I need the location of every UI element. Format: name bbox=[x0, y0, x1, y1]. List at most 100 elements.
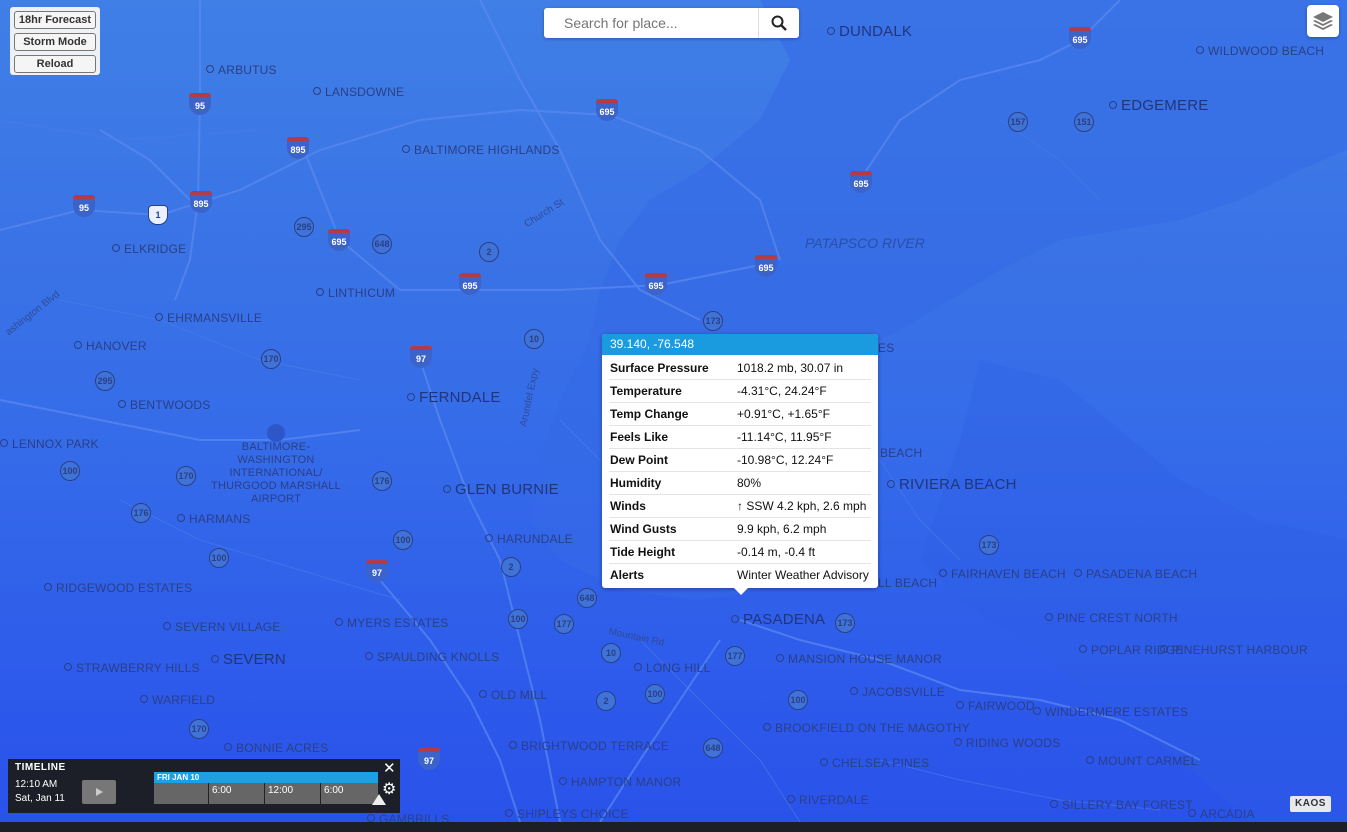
route-shield: 10 bbox=[524, 329, 544, 349]
table-row: Humidity 80% bbox=[609, 471, 871, 495]
row-value: -0.14 m, -0.4 ft bbox=[736, 540, 871, 564]
row-label: Feels Like bbox=[609, 425, 736, 449]
place-label: FAIRWOOD bbox=[956, 699, 1035, 713]
layers-icon bbox=[1313, 12, 1333, 30]
water-label: PATAPSCO RIVER bbox=[805, 235, 925, 251]
place-label: SEVERN bbox=[211, 652, 286, 667]
table-row: Wind Gusts 9.9 kph, 6.2 mph bbox=[609, 517, 871, 541]
attribution-badge[interactable]: KAOS bbox=[1290, 796, 1331, 812]
timeline-track[interactable]: FRI JAN 10 6:00 12:00 6:00 bbox=[154, 772, 378, 804]
place-label: LONG HILL bbox=[634, 661, 711, 675]
route-shield: 648 bbox=[577, 588, 597, 608]
route-shield: 97 bbox=[366, 560, 388, 582]
place-label: JACOBSVILLE bbox=[850, 685, 945, 699]
route-shield: 95 bbox=[189, 93, 211, 115]
route-shield: 95 bbox=[73, 195, 95, 217]
timeline-panel: TIMELINE 12:10 AM Sat, Jan 11 FRI JAN 10… bbox=[8, 759, 400, 813]
row-value: 9.9 kph, 6.2 mph bbox=[736, 517, 871, 541]
place-label: DUNDALK bbox=[827, 24, 912, 39]
route-shield: 176 bbox=[372, 471, 392, 491]
place-label: LANSDOWNE bbox=[313, 85, 404, 99]
place-label: FERNDALE bbox=[407, 390, 501, 405]
route-shield: 170 bbox=[261, 349, 281, 369]
row-value[interactable]: Winter Weather Advisory bbox=[736, 564, 871, 587]
route-shield: 295 bbox=[95, 371, 115, 391]
search-box bbox=[544, 8, 799, 38]
timeline-tick: 6:00 bbox=[208, 783, 231, 804]
place-label: BENTWOODS bbox=[118, 398, 210, 412]
place-label: LL BEACH bbox=[878, 576, 938, 590]
search-input[interactable] bbox=[544, 8, 758, 38]
place-label: PASADENA bbox=[731, 612, 825, 627]
route-shield: 97 bbox=[410, 346, 432, 368]
place-label: SILLERY BAY FOREST bbox=[1050, 798, 1193, 812]
row-value: 80% bbox=[736, 471, 871, 495]
route-shield: 2 bbox=[501, 557, 521, 577]
route-shield: 1 bbox=[148, 205, 168, 225]
route-shield: 151 bbox=[1074, 112, 1094, 132]
gear-icon[interactable]: ⚙ bbox=[382, 779, 396, 799]
search-icon bbox=[771, 15, 787, 31]
route-shield: 895 bbox=[287, 137, 309, 159]
close-icon[interactable]: ✕ bbox=[383, 761, 396, 776]
place-label: WILDWOOD BEACH bbox=[1196, 44, 1324, 58]
place-label: MYERS ESTATES bbox=[335, 616, 449, 630]
route-shield: 157 bbox=[1008, 112, 1028, 132]
row-value: ↑ SSW 4.2 kph, 2.6 mph bbox=[736, 494, 871, 518]
place-label: HANOVER bbox=[74, 339, 147, 353]
place-label: STRAWBERRY HILLS bbox=[64, 661, 200, 675]
place-label: MANSION HOUSE MANOR bbox=[776, 652, 942, 666]
place-label: BROOKFIELD ON THE MAGOTHY bbox=[763, 721, 970, 735]
play-button[interactable] bbox=[82, 780, 116, 804]
place-label: FAIRHAVEN BEACH bbox=[939, 567, 1066, 581]
forecast-button[interactable]: 18hr Forecast bbox=[14, 11, 96, 29]
row-value: 1018.2 mb, 30.07 in bbox=[736, 357, 871, 380]
place-label: GAMBRILLS bbox=[367, 812, 450, 822]
airport-label: BALTIMORE-WASHINGTON INTERNATIONAL/ THUR… bbox=[211, 441, 341, 505]
table-row: Tide Height -0.14 m, -0.4 ft bbox=[609, 540, 871, 564]
popup-coordinates: 39.140, -76.548 bbox=[602, 334, 878, 355]
place-label: MOUNT CARMEL bbox=[1086, 754, 1198, 768]
row-value: -10.98°C, 12.24°F bbox=[736, 448, 871, 472]
row-label: Temp Change bbox=[609, 402, 736, 426]
place-label: ARCADIA bbox=[1188, 807, 1255, 821]
route-shield: 170 bbox=[176, 466, 196, 486]
route-shield: 695 bbox=[459, 273, 481, 295]
timeline-tick: 12:00 bbox=[264, 783, 293, 804]
route-shield: 295 bbox=[294, 217, 314, 237]
search-button[interactable] bbox=[758, 8, 799, 38]
point-info-popup: 39.140, -76.548 Surface Pressure 1018.2 m… bbox=[602, 334, 878, 595]
table-row: Surface Pressure 1018.2 mb, 30.07 in bbox=[609, 357, 871, 380]
route-shield: 100 bbox=[393, 530, 413, 550]
place-label: BEACH bbox=[880, 446, 923, 460]
row-value: +0.91°C, +1.65°F bbox=[736, 402, 871, 426]
storm-mode-button[interactable]: Storm Mode bbox=[14, 33, 96, 51]
place-label: OLD MILL bbox=[479, 688, 547, 702]
route-shield: 2 bbox=[479, 242, 499, 262]
place-label: PINEHURST HARBOUR bbox=[1160, 643, 1308, 657]
place-label: ARBUTUS bbox=[206, 63, 277, 77]
reload-button[interactable]: Reload bbox=[14, 55, 96, 73]
table-row: Temp Change +0.91°C, +1.65°F bbox=[609, 402, 871, 426]
row-label: Winds bbox=[609, 494, 736, 518]
table-row: Alerts Winter Weather Advisory bbox=[609, 564, 871, 587]
route-shield: 648 bbox=[703, 738, 723, 758]
route-shield: 695 bbox=[1069, 27, 1091, 49]
route-shield: 895 bbox=[190, 191, 212, 213]
place-label: EDGEMERE bbox=[1109, 98, 1208, 113]
place-label: RIVERDALE bbox=[787, 793, 869, 807]
layers-button[interactable] bbox=[1307, 5, 1339, 37]
table-row: Winds ↑ SSW 4.2 kph, 2.6 mph bbox=[609, 494, 871, 518]
route-shield: 176 bbox=[131, 503, 151, 523]
place-label: RIDGEWOOD ESTATES bbox=[44, 581, 192, 595]
route-shield: 173 bbox=[703, 311, 723, 331]
place-label: WARFIELD bbox=[140, 693, 215, 707]
place-label: ELKRIDGE bbox=[112, 242, 186, 256]
route-shield: 695 bbox=[755, 255, 777, 277]
place-label: WINDERMERE ESTATES bbox=[1033, 705, 1188, 719]
place-label: LINTHICUM bbox=[316, 286, 395, 300]
place-label: EHRMANSVILLE bbox=[155, 311, 262, 325]
route-shield: 100 bbox=[60, 461, 80, 481]
place-label: SPAULDING KNOLLS bbox=[365, 650, 499, 664]
route-shield: 177 bbox=[725, 646, 745, 666]
